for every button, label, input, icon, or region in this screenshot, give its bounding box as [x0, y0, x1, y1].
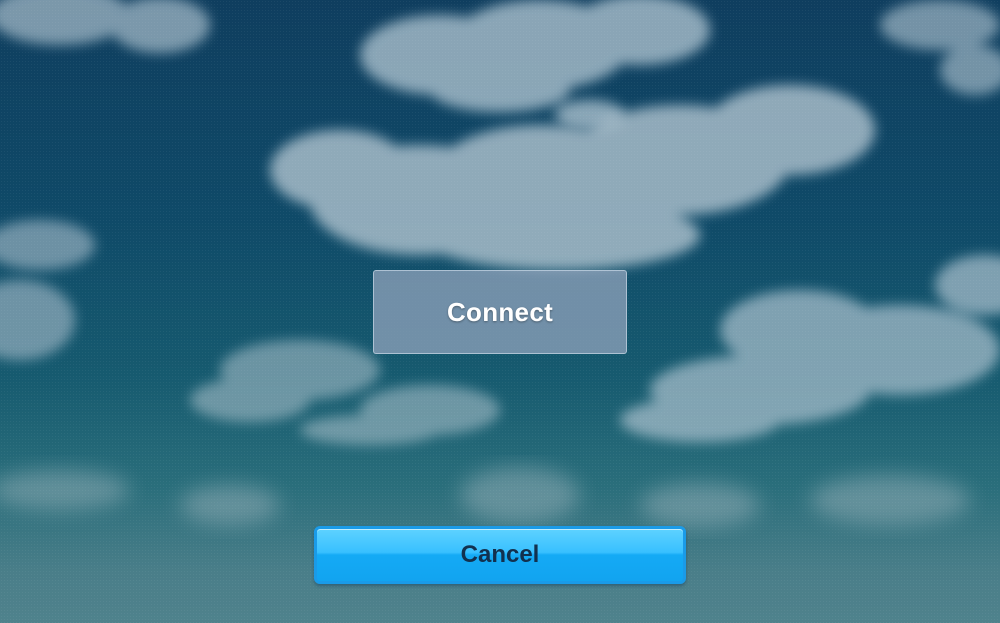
cloud-horizon	[0, 467, 970, 527]
cancel-button[interactable]: Cancel	[314, 526, 686, 584]
cloud-lower-left	[190, 340, 500, 445]
cloud-left	[0, 220, 95, 360]
connect-button[interactable]: Connect	[373, 270, 627, 354]
cloud-top-right	[880, 0, 1000, 95]
cloud-right	[620, 255, 1000, 442]
connect-button-label: Connect	[446, 296, 554, 327]
cancel-button-label: Cancel	[460, 541, 540, 568]
cloud-top-left	[0, 0, 210, 53]
